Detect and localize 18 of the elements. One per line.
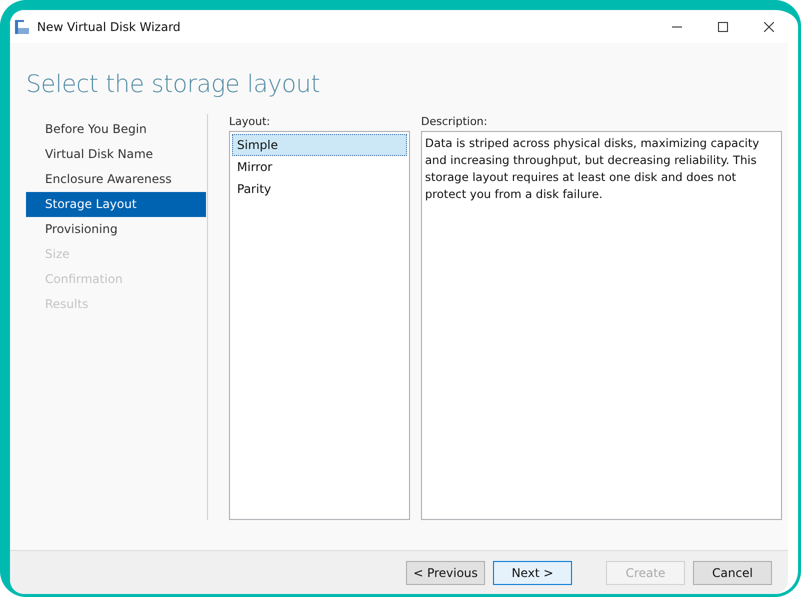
layout-label: Layout:	[229, 115, 272, 130]
layout-option[interactable]: Simple	[232, 134, 407, 156]
wizard-step[interactable]: Before You Begin	[26, 117, 206, 142]
description-text: Data is striped across physical disks, maximizing capacity and increasing throughput, but decreasing reliability. This storage layout requires at least one disk and does not protect you from a disk failure.	[425, 136, 760, 201]
wizard-step[interactable]: Virtual Disk Name	[26, 142, 206, 167]
wizard-step[interactable]: Enclosure Awareness	[26, 167, 206, 192]
description-label: Description:	[421, 115, 488, 130]
window-title: New Virtual Disk Wizard	[37, 20, 181, 34]
close-icon[interactable]	[764, 22, 774, 32]
wizard-step[interactable]: Provisioning	[26, 217, 206, 242]
layout-option[interactable]: Parity	[232, 178, 407, 200]
wizard-button[interactable]: Cancel	[693, 560, 772, 584]
page-heading: Select the storage layout	[26, 70, 322, 98]
wizard-step[interactable]: Storage Layout	[26, 192, 206, 217]
layout-option[interactable]: Mirror	[232, 156, 407, 178]
maximize-icon[interactable]	[718, 22, 728, 32]
wizard-button[interactable]: < Previous	[406, 560, 485, 584]
wizard-button[interactable]: Next >	[493, 560, 572, 584]
